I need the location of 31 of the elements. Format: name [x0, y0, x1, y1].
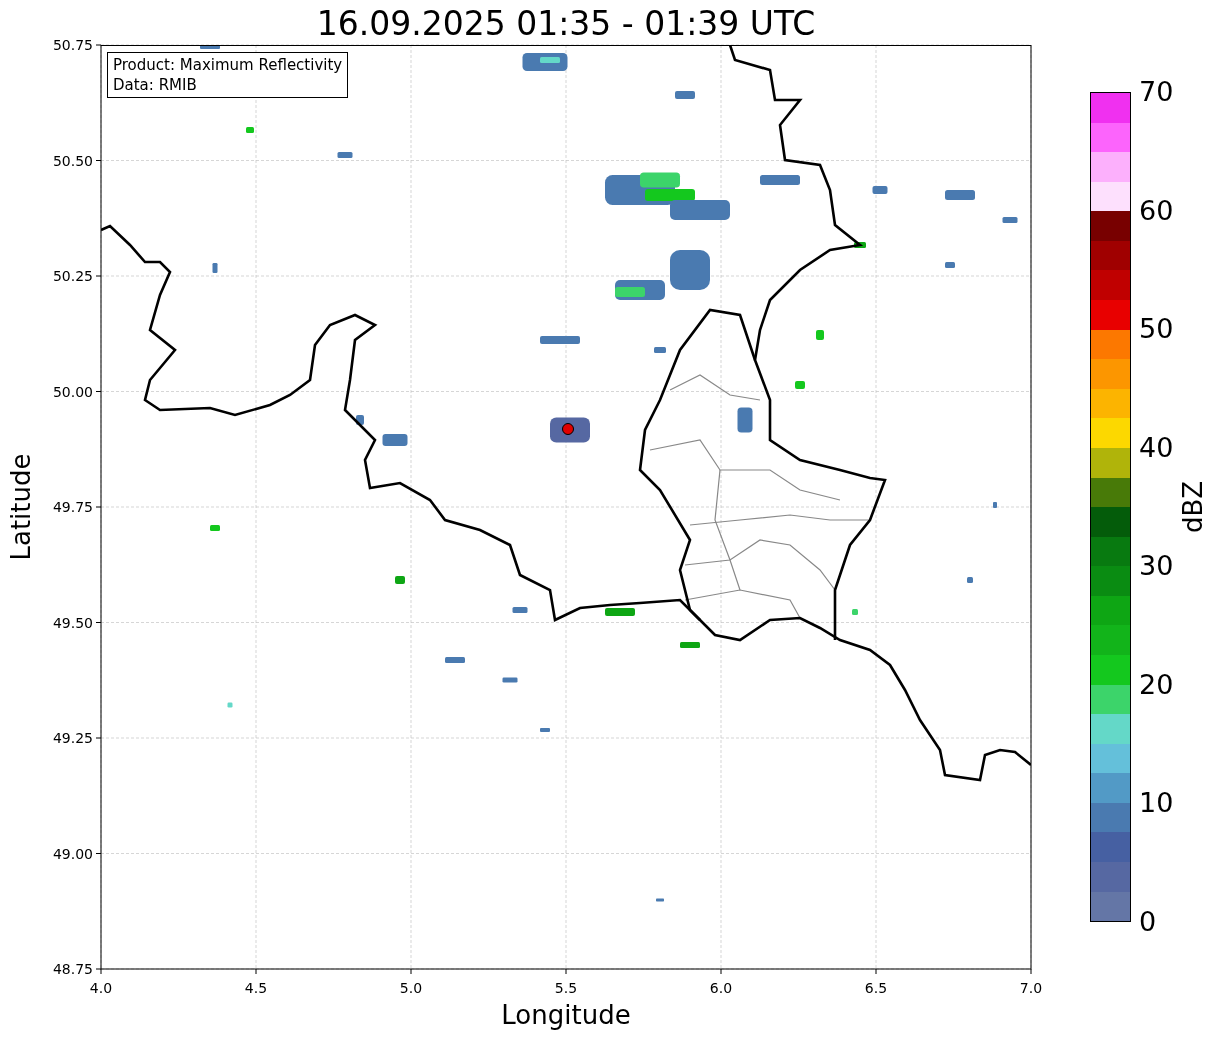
x-tick-label: 6.5 [864, 980, 888, 996]
x-tick-label: 7.0 [1019, 980, 1043, 996]
radar-site-marker [562, 423, 574, 435]
y-tick-label: 50.00 [52, 383, 93, 400]
colorbar-tick-label: 50 [1138, 314, 1174, 345]
y-tick-label: 49.25 [52, 730, 93, 746]
y-axis-label: Latitude [5, 453, 35, 561]
colorbar-label: dBZ [1178, 480, 1209, 534]
y-tick-label: 50.50 [52, 152, 93, 169]
y-tick-label: 49.00 [52, 845, 93, 862]
legend-text: Data: RMIB [113, 75, 198, 95]
chart-title: 16.09.2025 01:35 - 01:39 UTC [316, 3, 816, 45]
y-tick-label: 50.75 [52, 37, 93, 53]
y-tick-label: 49.75 [52, 499, 93, 515]
colorbar-tick-label: 30 [1138, 551, 1174, 582]
x-axis-label: Longitude [501, 999, 631, 1032]
x-tick-label: 4.0 [89, 980, 113, 996]
y-tick-label: 49.50 [52, 614, 93, 631]
colorbar-tick-label: 20 [1138, 669, 1174, 700]
colorbar-tick-label: 70 [1138, 77, 1174, 107]
x-tick-label: 4.5 [244, 980, 268, 996]
colorbar-tick-label: 10 [1138, 788, 1174, 819]
y-tick-label: 50.25 [52, 268, 93, 284]
x-tick-label: 5.5 [554, 980, 578, 996]
colorbar-tick-label: 0 [1138, 906, 1158, 937]
colorbar-tick-label: 40 [1138, 432, 1174, 463]
legend-text: Product: Maximum Reflectivity [113, 55, 343, 75]
y-tick-label: 48.75 [52, 961, 93, 977]
colorbar-tick-label: 60 [1138, 195, 1174, 226]
x-tick-label: 5.0 [399, 980, 423, 996]
x-tick-label: 6.0 [709, 980, 733, 996]
